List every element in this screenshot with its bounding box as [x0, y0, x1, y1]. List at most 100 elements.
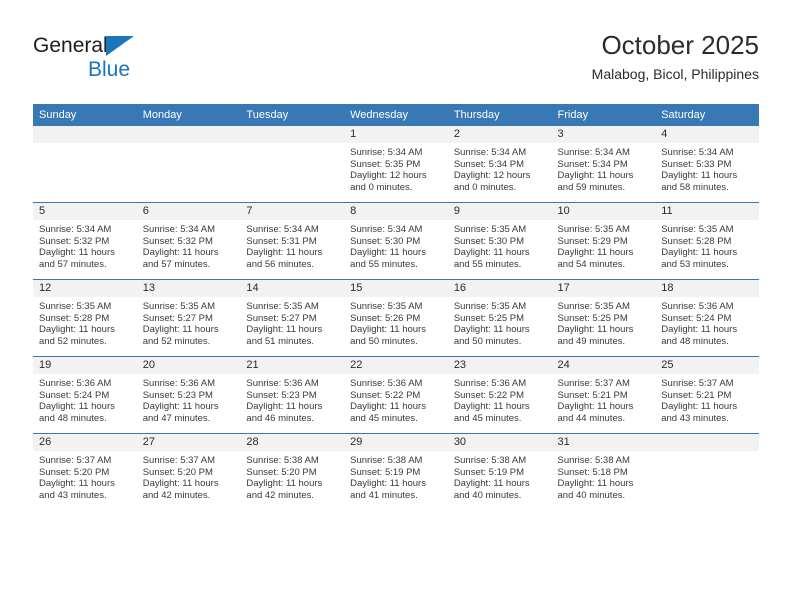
calendar-week-row: 26 Sunrise: 5:37 AM Sunset: 5:20 PM Dayligh… — [33, 433, 759, 510]
daylight-text-line1: Daylight: 11 hours — [350, 247, 426, 259]
sunrise-text: Sunrise: 5:36 AM — [142, 378, 216, 389]
calendar-day-cell[interactable]: 25 Sunrise: 5:37 AM Sunset: 5:21 PM Dayligh… — [655, 356, 759, 434]
calendar-day-cell[interactable]: 15 Sunrise: 5:35 AM Sunset: 5:26 PM Dayligh… — [344, 279, 448, 357]
triangle-icon — [106, 36, 134, 56]
daylight-text-line1: Daylight: 11 hours — [557, 478, 634, 490]
sunrise-text: Sunrise: 5:37 AM — [142, 455, 216, 466]
title-block: October 2025 Malabog, Bicol, Philippines — [592, 28, 759, 83]
calendar-day-cell[interactable]: 29 Sunrise: 5:38 AM Sunset: 5:19 PM Dayligh… — [344, 433, 448, 510]
calendar-day-cell[interactable]: 5 Sunrise: 5:34 AM Sunset: 5:32 PM Daylight… — [33, 202, 137, 280]
day-number — [655, 434, 759, 451]
calendar-day-cell[interactable]: 18 Sunrise: 5:36 AM Sunset: 5:24 PM Dayligh… — [655, 279, 759, 357]
sunrise-text: Sunrise: 5:34 AM — [39, 224, 112, 235]
calendar-day-cell[interactable]: 14 Sunrise: 5:35 AM Sunset: 5:27 PM Dayligh… — [240, 279, 345, 357]
day-details: Sunrise: 5:34 AM Sunset: 5:34 PM Daylight:… — [448, 143, 552, 193]
daylight-text-line1: Daylight: 11 hours — [557, 247, 634, 259]
brand-name-blue: Blue — [88, 58, 131, 81]
daylight-text-line1: Daylight: 11 hours — [453, 478, 530, 490]
daylight-text-line2: and 52 minutes. — [39, 335, 107, 347]
sunset-text: Sunset: 5:20 PM — [39, 466, 110, 478]
weekday-header-friday: Friday — [551, 104, 656, 126]
day-number: 11 — [655, 203, 759, 220]
daylight-text-line1: Daylight: 11 hours — [142, 247, 219, 259]
calendar-day-cell-empty — [655, 433, 759, 510]
calendar-day-cell[interactable]: 12 Sunrise: 5:35 AM Sunset: 5:28 PM Dayligh… — [33, 279, 137, 357]
calendar-day-cell[interactable]: 21 Sunrise: 5:36 AM Sunset: 5:23 PM Dayligh… — [240, 356, 345, 434]
calendar-day-cell[interactable]: 22 Sunrise: 5:36 AM Sunset: 5:22 PM Dayligh… — [344, 356, 448, 434]
calendar-week-row: 12 Sunrise: 5:35 AM Sunset: 5:28 PM Dayligh… — [33, 279, 759, 357]
calendar-day-cell[interactable]: 26 Sunrise: 5:37 AM Sunset: 5:20 PM Dayligh… — [33, 433, 137, 510]
brand-logo[interactable]: General Blue — [33, 34, 253, 90]
daylight-text-line2: and 52 minutes. — [142, 335, 211, 347]
sunset-text: Sunset: 5:21 PM — [661, 389, 732, 401]
calendar-day-cell[interactable]: 23 Sunrise: 5:36 AM Sunset: 5:22 PM Dayligh… — [447, 356, 552, 434]
day-number: 3 — [551, 126, 656, 143]
day-details: Sunrise: 5:35 AM Sunset: 5:25 PM Daylight:… — [552, 297, 656, 347]
weekday-header-wednesday: Wednesday — [344, 104, 448, 126]
day-details: Sunrise: 5:34 AM Sunset: 5:32 PM Daylight:… — [33, 220, 137, 270]
calendar-day-cell[interactable]: 7 Sunrise: 5:34 AM Sunset: 5:31 PM Daylight… — [240, 202, 345, 280]
sunset-text: Sunset: 5:20 PM — [142, 466, 213, 478]
daylight-text-line2: and 59 minutes. — [557, 181, 626, 193]
sunset-text: Sunset: 5:27 PM — [142, 312, 213, 324]
daylight-text-line2: and 55 minutes. — [453, 258, 522, 270]
sunrise-text: Sunrise: 5:34 AM — [246, 224, 319, 235]
weekday-header-thursday: Thursday — [447, 104, 552, 126]
day-details: Sunrise: 5:34 AM Sunset: 5:30 PM Daylight:… — [344, 220, 448, 270]
sunrise-text: Sunrise: 5:35 AM — [557, 301, 630, 312]
sunset-text: Sunset: 5:23 PM — [142, 389, 213, 401]
day-number: 12 — [33, 280, 137, 297]
weekday-header-monday: Monday — [136, 104, 241, 126]
calendar-day-cell[interactable]: 11 Sunrise: 5:35 AM Sunset: 5:28 PM Dayligh… — [655, 202, 759, 280]
day-details: Sunrise: 5:36 AM Sunset: 5:24 PM Daylight:… — [33, 374, 137, 424]
calendar-header-row: Sunday Monday Tuesday Wednesday Thursday… — [33, 104, 759, 126]
calendar-day-cell[interactable]: 28 Sunrise: 5:38 AM Sunset: 5:20 PM Dayligh… — [240, 433, 345, 510]
calendar-day-cell[interactable]: 19 Sunrise: 5:36 AM Sunset: 5:24 PM Dayligh… — [33, 356, 137, 434]
day-details — [33, 143, 137, 147]
sunset-text: Sunset: 5:35 PM — [350, 158, 421, 170]
day-details: Sunrise: 5:36 AM Sunset: 5:22 PM Daylight:… — [344, 374, 448, 424]
calendar-day-cell[interactable]: 16 Sunrise: 5:35 AM Sunset: 5:25 PM Dayligh… — [447, 279, 552, 357]
day-number — [240, 126, 345, 143]
page-subtitle: Malabog, Bicol, Philippines — [591, 66, 759, 82]
day-number: 8 — [344, 203, 448, 220]
calendar-day-cell[interactable]: 4 Sunrise: 5:34 AM Sunset: 5:33 PM Daylight… — [655, 126, 759, 203]
sunrise-sunset-calendar: Sunday Monday Tuesday Wednesday Thursday… — [33, 104, 759, 510]
calendar-day-cell[interactable]: 3 Sunrise: 5:34 AM Sunset: 5:34 PM Daylight… — [551, 126, 656, 203]
day-details: Sunrise: 5:38 AM Sunset: 5:19 PM Daylight:… — [448, 451, 552, 501]
calendar-day-cell[interactable]: 2 Sunrise: 5:34 AM Sunset: 5:34 PM Daylight… — [447, 126, 552, 203]
daylight-text-line2: and 55 minutes. — [350, 258, 418, 270]
day-number: 25 — [655, 357, 759, 374]
calendar-day-cell[interactable]: 27 Sunrise: 5:37 AM Sunset: 5:20 PM Dayligh… — [136, 433, 241, 510]
sunrise-text: Sunrise: 5:37 AM — [39, 455, 112, 466]
calendar-day-cell[interactable]: 13 Sunrise: 5:35 AM Sunset: 5:27 PM Dayligh… — [136, 279, 241, 357]
calendar-day-cell[interactable]: 24 Sunrise: 5:37 AM Sunset: 5:21 PM Dayligh… — [551, 356, 656, 434]
calendar-day-cell[interactable]: 31 Sunrise: 5:38 AM Sunset: 5:18 PM Dayligh… — [551, 433, 656, 510]
day-details: Sunrise: 5:36 AM Sunset: 5:23 PM Daylight:… — [137, 374, 241, 424]
sunset-text: Sunset: 5:25 PM — [557, 312, 628, 324]
daylight-text-line1: Daylight: 11 hours — [557, 401, 634, 413]
sunset-text: Sunset: 5:29 PM — [557, 235, 628, 247]
daylight-text-line2: and 45 minutes. — [453, 412, 522, 424]
day-number: 20 — [136, 357, 241, 374]
calendar-day-cell[interactable]: 9 Sunrise: 5:35 AM Sunset: 5:30 PM Daylight… — [447, 202, 552, 280]
calendar-day-cell[interactable]: 6 Sunrise: 5:34 AM Sunset: 5:32 PM Daylight… — [136, 202, 241, 280]
day-number: 29 — [344, 434, 448, 451]
day-details: Sunrise: 5:34 AM Sunset: 5:33 PM Daylight:… — [655, 143, 759, 193]
sunrise-text: Sunrise: 5:34 AM — [142, 224, 216, 235]
calendar-day-cell[interactable]: 30 Sunrise: 5:38 AM Sunset: 5:19 PM Dayligh… — [447, 433, 552, 510]
sunset-text: Sunset: 5:32 PM — [39, 235, 110, 247]
sunrise-text: Sunrise: 5:34 AM — [350, 147, 423, 158]
day-details: Sunrise: 5:37 AM Sunset: 5:20 PM Daylight:… — [33, 451, 137, 501]
calendar-day-cell[interactable]: 1 Sunrise: 5:34 AM Sunset: 5:35 PM Daylight… — [344, 126, 448, 203]
calendar-day-cell[interactable]: 17 Sunrise: 5:35 AM Sunset: 5:25 PM Dayligh… — [551, 279, 656, 357]
sunrise-text: Sunrise: 5:35 AM — [557, 224, 630, 235]
sunset-text: Sunset: 5:22 PM — [350, 389, 421, 401]
calendar-day-cell[interactable]: 20 Sunrise: 5:36 AM Sunset: 5:23 PM Dayligh… — [136, 356, 241, 434]
calendar-day-cell[interactable]: 10 Sunrise: 5:35 AM Sunset: 5:29 PM Dayligh… — [551, 202, 656, 280]
daylight-text-line2: and 58 minutes. — [661, 181, 729, 193]
calendar-day-cell[interactable]: 8 Sunrise: 5:34 AM Sunset: 5:30 PM Daylight… — [344, 202, 448, 280]
sunrise-text: Sunrise: 5:35 AM — [39, 301, 112, 312]
day-number: 2 — [447, 126, 552, 143]
calendar-week-row: 1 Sunrise: 5:34 AM Sunset: 5:35 PM Daylight… — [33, 126, 759, 203]
